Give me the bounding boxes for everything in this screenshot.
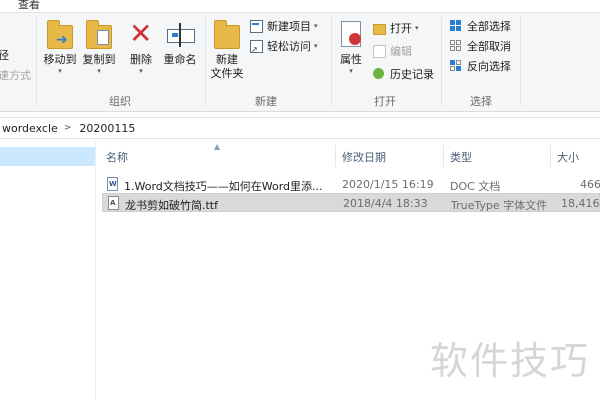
column-header-modified[interactable]: 修改日期 — [342, 149, 386, 165]
group-divider — [331, 17, 332, 105]
copy-path-button[interactable]: 径 — [0, 46, 9, 64]
delete-label: 删除 — [130, 53, 152, 66]
breadcrumb-current[interactable]: 20200115 — [79, 122, 135, 135]
chevron-right-icon[interactable]: > — [64, 123, 72, 133]
select-none-label: 全部取消 — [467, 40, 511, 53]
address-bar[interactable]: wordexcle > 20200115 — [0, 117, 600, 139]
history-label: 历史记录 — [390, 68, 434, 81]
new-folder-icon — [211, 19, 243, 51]
chevron-down-icon: ▾ — [415, 24, 419, 32]
column-separator[interactable] — [550, 145, 551, 167]
copy-to-label: 复制到 — [82, 53, 116, 66]
file-type: TrueType 字体文件 — [451, 199, 548, 212]
select-group-label: 选择 — [470, 95, 492, 108]
chevron-down-icon: ▾ — [139, 67, 143, 75]
chevron-down-icon: ▾ — [58, 67, 62, 75]
breadcrumb-parent[interactable]: wordexcle — [2, 122, 58, 135]
edit-icon — [372, 44, 386, 58]
copy-to-button[interactable]: 复制到 ▾ — [79, 19, 119, 75]
select-all-button[interactable]: 全部选择 — [449, 17, 511, 35]
file-modified: 2018/4/4 18:33 — [343, 197, 428, 210]
tab-view[interactable]: 查看 — [18, 0, 40, 12]
move-to-button[interactable]: ➜ 移动到 ▾ — [40, 19, 80, 75]
move-to-icon: ➜ — [44, 19, 76, 51]
select-none-button[interactable]: 全部取消 — [449, 37, 511, 55]
easy-access-label: 轻松访问 — [267, 40, 311, 53]
copy-to-icon — [83, 19, 115, 51]
column-header-size[interactable]: 大小 — [557, 149, 579, 165]
font-file-icon: A — [108, 196, 119, 210]
column-header-type[interactable]: 类型 — [450, 149, 472, 165]
select-all-label: 全部选择 — [467, 20, 511, 33]
group-divider — [520, 17, 521, 105]
edit-button[interactable]: 编辑 — [372, 42, 412, 60]
word-doc-icon: W — [107, 177, 118, 191]
new-item-button[interactable]: 新建项目 ▾ — [249, 17, 318, 35]
file-type: DOC 文档 — [450, 180, 501, 193]
ribbon-tab-strip: 查看 — [0, 0, 600, 13]
invert-selection-icon — [449, 59, 463, 73]
column-separator[interactable] — [335, 145, 336, 167]
history-button[interactable]: 历史记录 — [372, 65, 434, 83]
file-size: 466 — [580, 178, 600, 191]
delete-button[interactable]: ✕ 删除 ▾ — [123, 17, 159, 76]
organize-group-label: 组织 — [109, 95, 131, 108]
open-label: 打开 — [390, 22, 412, 35]
file-row[interactable]: W 1.Word文档技巧——如何在Word里添... 2020/1/15 16:… — [102, 175, 600, 194]
rename-label: 重命名 — [163, 53, 197, 66]
open-button[interactable]: 打开 ▾ — [372, 19, 419, 37]
select-all-icon — [449, 19, 463, 33]
rename-icon — [164, 19, 196, 51]
edit-label: 编辑 — [390, 45, 412, 58]
rename-button[interactable]: 重命名 — [160, 19, 200, 67]
sort-ascending-icon: ▲ — [214, 142, 221, 151]
open-icon — [372, 21, 386, 35]
new-folder-label-line2: 文件夹 — [210, 67, 244, 80]
new-group-label: 新建 — [255, 95, 277, 108]
watermark-text: 软件技巧 — [430, 339, 591, 383]
group-divider — [205, 17, 206, 105]
navigation-pane — [0, 141, 95, 400]
column-separator[interactable] — [443, 145, 444, 167]
paste-shortcut-button[interactable]: 速方式 — [0, 66, 31, 84]
chevron-down-icon: ▾ — [314, 42, 318, 50]
file-row[interactable]: A 龙书剪如破竹简.ttf 2018/4/4 18:33 TrueType 字体… — [102, 193, 600, 212]
open-group-label: 打开 — [374, 95, 396, 108]
easy-access-button[interactable]: ↗ 轻松访问 ▾ — [249, 37, 318, 55]
file-name: 龙书剪如破竹简.ttf — [125, 199, 218, 212]
easy-access-icon: ↗ — [249, 39, 263, 54]
new-item-icon — [249, 19, 263, 33]
new-folder-label-line1: 新建 — [216, 53, 238, 66]
properties-icon — [335, 19, 367, 51]
nav-selected-item[interactable] — [0, 147, 95, 166]
properties-label: 属性 — [340, 53, 362, 66]
chevron-down-icon: ▾ — [97, 67, 101, 75]
group-divider — [36, 17, 37, 105]
delete-x-icon: ✕ — [129, 17, 153, 50]
new-folder-button[interactable]: 新建 文件夹 — [208, 19, 246, 81]
file-modified: 2020/1/15 16:19 — [342, 178, 434, 191]
move-to-label: 移动到 — [43, 53, 77, 66]
ribbon: 径 速方式 ➜ 移动到 ▾ 复制到 ▾ ✕ 删除 ▾ 重命名 组织 新建 文件夹… — [0, 13, 600, 112]
file-name: 1.Word文档技巧——如何在Word里添... — [124, 180, 323, 193]
group-divider — [441, 17, 442, 105]
column-header-name[interactable]: 名称 — [106, 149, 128, 165]
file-size: 18,416 — [561, 197, 600, 210]
copy-path-label: 径 — [0, 49, 9, 62]
properties-button[interactable]: 属性 ▾ — [335, 19, 367, 75]
invert-selection-button[interactable]: 反向选择 — [449, 57, 511, 75]
paste-shortcut-label: 速方式 — [0, 69, 31, 82]
history-icon — [372, 67, 386, 81]
invert-selection-label: 反向选择 — [467, 60, 511, 73]
chevron-down-icon: ▾ — [314, 22, 318, 30]
new-item-label: 新建项目 — [267, 20, 311, 33]
chevron-down-icon: ▾ — [349, 67, 353, 75]
select-none-icon — [449, 39, 463, 53]
